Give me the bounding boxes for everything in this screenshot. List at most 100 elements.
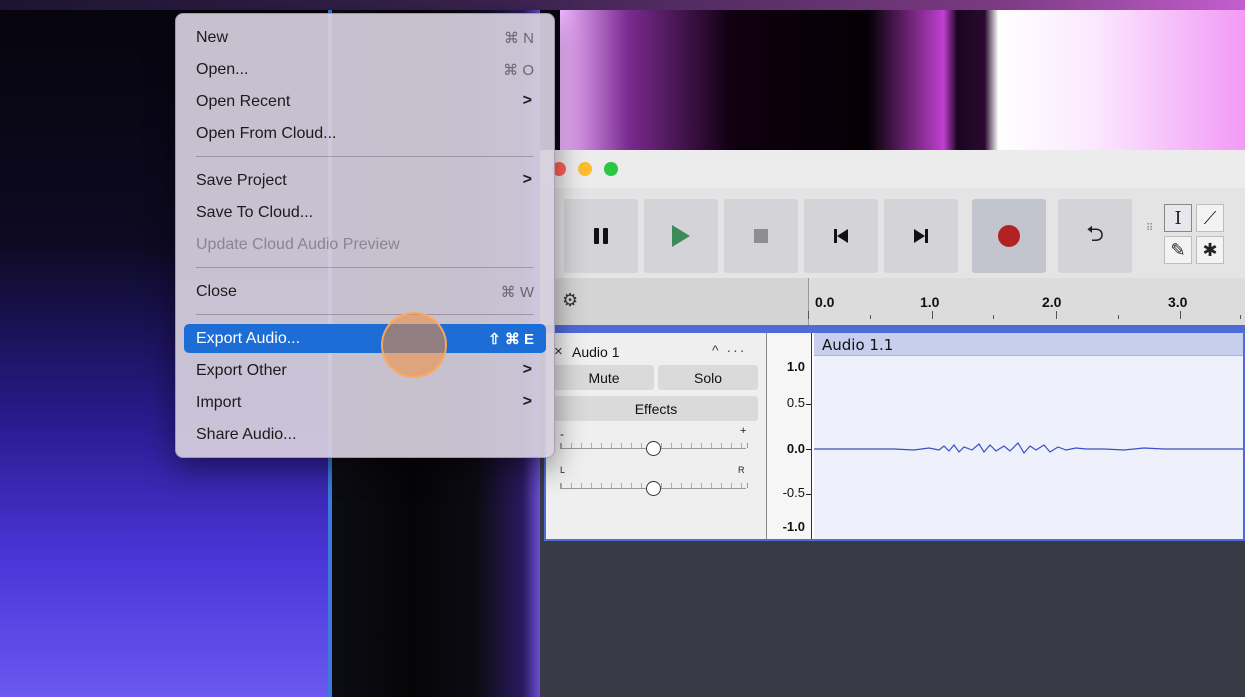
skip-to-start-button[interactable]	[804, 199, 878, 273]
menu-shortcut: ⌘ W	[500, 284, 534, 301]
gain-plus-label: +	[740, 425, 747, 437]
menu-item-import[interactable]: Import >	[184, 388, 546, 417]
menu-separator	[196, 267, 534, 268]
effects-button[interactable]: Effects	[554, 396, 758, 421]
waveform	[814, 442, 1243, 455]
menu-shortcut: ⌘ N	[504, 30, 534, 47]
menu-item-label: Save Project	[196, 172, 287, 189]
menu-item-open-recent[interactable]: Open Recent >	[184, 87, 546, 116]
minimize-window-button[interactable]	[578, 162, 592, 176]
ruler-mark	[870, 315, 871, 319]
menu-item-new[interactable]: New ⌘ N	[184, 23, 546, 52]
file-menu: New ⌘ N Open... ⌘ O Open Recent > Open F…	[175, 13, 555, 458]
menu-item-label: Open...	[196, 61, 249, 78]
gain-slider-knob[interactable]	[646, 441, 661, 456]
record-button[interactable]	[972, 199, 1046, 273]
scale-label: -1.0	[782, 519, 805, 534]
ruler-mark	[1056, 311, 1057, 319]
skip-to-end-button[interactable]	[884, 199, 958, 273]
play-icon	[672, 225, 690, 247]
ruler-mark	[1240, 315, 1241, 319]
desktop-topbar	[0, 0, 1245, 10]
ruler-mark	[932, 311, 933, 319]
ruler-mark	[808, 311, 809, 319]
chevron-right-icon: >	[522, 171, 532, 188]
menu-item-label: Share Audio...	[196, 426, 297, 443]
pause-icon	[594, 228, 608, 244]
track-name[interactable]: Audio 1	[572, 344, 619, 360]
selection-tool-button[interactable]: I	[1164, 204, 1192, 232]
gain-minus-label: -	[560, 427, 564, 441]
close-track-icon[interactable]: ×	[554, 343, 563, 360]
menu-item-save-project[interactable]: Save Project >	[184, 166, 546, 195]
track-control-panel: × Audio 1 ^ ··· Mute Solo Effects - + L …	[546, 333, 767, 539]
amplitude-scale[interactable]: 1.0 0.5 0.0 -0.5 -1.0	[767, 333, 812, 539]
menu-item-export-audio[interactable]: Export Audio... ⇧ ⌘ E	[184, 324, 546, 353]
draw-tool-button[interactable]: ✎	[1164, 236, 1192, 264]
audacity-window: ⮌ ⠿ I ⟋ ✎ ✱ ⚙ 0.0 1.0 2.0 3.0 × Audio 1 …	[540, 150, 1245, 697]
ruler-mark	[993, 315, 994, 319]
toolbar-grip-icon[interactable]: ⠿	[1146, 224, 1153, 244]
menu-separator	[196, 314, 534, 315]
title-bar	[540, 150, 1245, 188]
menu-item-label: Open From Cloud...	[196, 125, 337, 142]
pause-button[interactable]	[564, 199, 638, 273]
click-indicator	[381, 312, 447, 378]
envelope-icon: ⟋	[1203, 207, 1217, 228]
track-menu-icon[interactable]: ^ ···	[712, 342, 746, 358]
ruler-tick-label: 3.0	[1168, 294, 1188, 310]
menu-shortcut: ⌘ O	[503, 62, 534, 79]
scale-label: 1.0	[786, 359, 805, 374]
asterisk-icon: ✱	[1202, 239, 1218, 260]
skip-to-end-icon	[914, 229, 928, 243]
menu-item-label: Open Recent	[196, 93, 291, 110]
pan-left-label: L	[560, 465, 566, 475]
chevron-right-icon: >	[522, 361, 532, 378]
stop-icon	[754, 229, 768, 243]
play-button[interactable]	[644, 199, 718, 273]
multi-tool-button[interactable]: ✱	[1196, 236, 1224, 264]
gear-icon[interactable]: ⚙	[562, 290, 578, 311]
menu-item-open-from-cloud[interactable]: Open From Cloud...	[184, 119, 546, 148]
menu-item-label: Close	[196, 283, 237, 300]
menu-item-label: Export Audio...	[196, 330, 301, 347]
ruler-mark	[1180, 311, 1181, 319]
menu-item-label: Import	[196, 394, 242, 411]
menu-item-close[interactable]: Close ⌘ W	[184, 277, 546, 306]
menu-item-save-to-cloud[interactable]: Save To Cloud...	[184, 198, 546, 227]
record-icon	[998, 225, 1020, 247]
menu-shortcut: ⇧ ⌘ E	[488, 331, 534, 348]
menu-item-label: Export Other	[196, 362, 287, 379]
menu-item-export-other[interactable]: Export Other >	[184, 356, 546, 385]
mute-button[interactable]: Mute	[554, 365, 654, 390]
scale-mark	[806, 404, 811, 405]
scale-label: 0.5	[786, 395, 805, 410]
ruler-tick-label: 0.0	[815, 294, 835, 310]
menu-item-label: New	[196, 29, 229, 46]
menu-item-open[interactable]: Open... ⌘ O	[184, 55, 546, 84]
audio-clip[interactable]: Audio 1.1	[814, 333, 1243, 539]
loop-button[interactable]: ⮌	[1058, 199, 1132, 273]
menu-item-update-cloud-audio-preview: Update Cloud Audio Preview	[184, 230, 546, 259]
chevron-right-icon: >	[522, 92, 532, 109]
ruler-tick-label: 1.0	[920, 294, 940, 310]
menu-separator	[196, 156, 534, 157]
solo-button[interactable]: Solo	[658, 365, 758, 390]
zoom-window-button[interactable]	[604, 162, 618, 176]
chevron-right-icon: >	[522, 393, 532, 410]
scale-label: 0.0	[786, 441, 805, 456]
timeline-ruler[interactable]: ⚙ 0.0 1.0 2.0 3.0	[540, 278, 1245, 325]
menu-item-share-audio[interactable]: Share Audio...	[184, 420, 546, 449]
pan-slider-knob[interactable]	[646, 481, 661, 496]
skip-to-start-icon	[834, 229, 848, 243]
transport-toolbar: ⮌ ⠿ I ⟋ ✎ ✱	[540, 188, 1245, 278]
ruler-mark	[1118, 315, 1119, 319]
envelope-tool-button[interactable]: ⟋	[1196, 204, 1224, 232]
loop-icon: ⮌	[1086, 221, 1104, 246]
pencil-icon: ✎	[1170, 239, 1186, 260]
scale-label: -0.5	[782, 485, 805, 500]
ruler-tick-label: 2.0	[1042, 294, 1062, 310]
scale-mark	[806, 494, 811, 495]
stop-button[interactable]	[724, 199, 798, 273]
ruler-options-area: ⚙	[540, 278, 809, 325]
